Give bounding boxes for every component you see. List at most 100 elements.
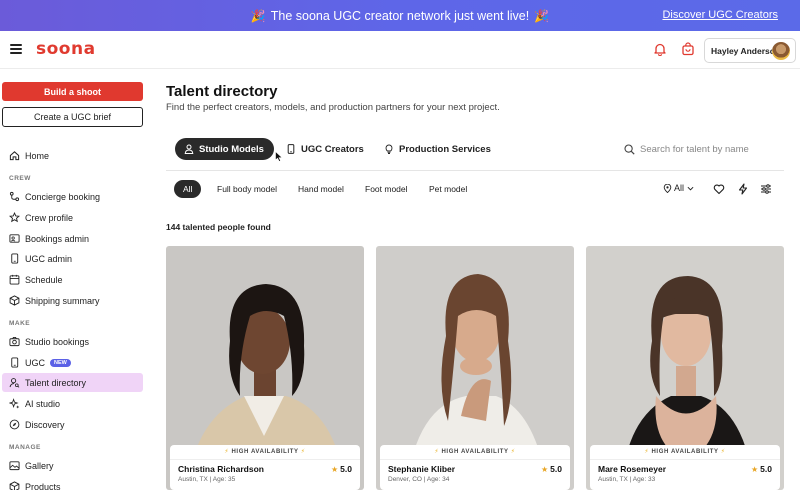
heart-icon[interactable] <box>713 183 725 195</box>
sidebar-item-label: Bookings admin <box>25 233 90 244</box>
party-icon: 🎉 <box>250 8 266 23</box>
sidebar-item-label: Products <box>25 481 61 490</box>
gallery-icon <box>9 460 20 471</box>
banner-text: The soona UGC creator network just went … <box>270 8 530 23</box>
sidebar-item-discovery[interactable]: Discovery <box>2 415 143 434</box>
sidebar: Build a shoot Create a UGC brief Home CR… <box>0 70 150 490</box>
sidebar-item-label: Gallery <box>25 460 54 471</box>
user-search-icon <box>9 377 20 388</box>
sidebar-item-label: AI studio <box>25 398 61 409</box>
sidebar-item-crew-profile[interactable]: Crew profile <box>2 208 143 227</box>
filter-full-body-model[interactable]: Full body model <box>217 180 277 198</box>
talent-info: ⚡ HIGH AVAILABILITY ⚡ Christina Richards… <box>170 445 360 490</box>
route-icon <box>9 191 20 202</box>
sidebar-item-studio-bookings[interactable]: Studio bookings <box>2 332 143 351</box>
search-icon <box>624 143 635 155</box>
talent-name: Mare Rosemeyer <box>598 464 667 474</box>
sliders-icon[interactable] <box>760 183 772 195</box>
sidebar-item-home[interactable]: Home <box>2 146 143 165</box>
page-subtitle: Find the perfect creators, models, and p… <box>166 102 500 113</box>
sidebar-item-label: Home <box>25 150 50 161</box>
bell-icon[interactable] <box>653 42 667 56</box>
location-filter[interactable]: All <box>663 183 696 193</box>
talent-name: Christina Richardson <box>178 464 264 474</box>
filter-pet-model[interactable]: Pet model <box>429 180 467 198</box>
discover-ugc-link[interactable]: Discover UGC Creators <box>662 9 778 21</box>
availability-badge: ⚡ HIGH AVAILABILITY ⚡ <box>644 449 726 455</box>
map-pin-icon <box>663 183 672 193</box>
lightning-icon[interactable] <box>737 183 749 195</box>
location-filter-label: All <box>674 183 685 193</box>
sidebar-item-concierge-booking[interactable]: Concierge booking <box>2 187 143 206</box>
sidebar-item-label: Concierge booking <box>25 191 101 202</box>
main-content: Talent directory Find the perfect creato… <box>150 70 800 490</box>
mouse-cursor-icon <box>275 151 283 162</box>
sidebar-item-bookings-admin[interactable]: Bookings admin <box>2 229 143 248</box>
tab-production-services[interactable]: Production Services <box>384 138 491 160</box>
create-ugc-brief-button[interactable]: Create a UGC brief <box>2 107 143 127</box>
sidebar-item-products[interactable]: Products <box>2 477 143 490</box>
section-label-crew: CREW <box>9 175 31 182</box>
sidebar-item-ugc[interactable]: UGC NEW <box>2 353 143 372</box>
home-icon <box>9 150 20 161</box>
user-icon <box>184 144 194 154</box>
section-label-manage: MANAGE <box>9 444 41 451</box>
sidebar-item-schedule[interactable]: Schedule <box>2 270 143 289</box>
talent-rating: ★ 5.0 <box>541 464 562 474</box>
top-header: soona Hayley Anderson <box>0 31 800 69</box>
new-badge: NEW <box>50 358 71 367</box>
availability-badge: ⚡ HIGH AVAILABILITY ⚡ <box>434 449 516 455</box>
talent-search-input[interactable]: Search for talent by name <box>624 139 754 159</box>
sidebar-item-talent-directory[interactable]: Talent directory <box>2 373 143 392</box>
tab-label: Production Services <box>399 143 491 155</box>
calendar-icon <box>9 274 20 285</box>
sidebar-item-label: Shipping summary <box>25 295 100 306</box>
sidebar-item-ugc-admin[interactable]: UGC admin <box>2 249 143 268</box>
talent-card[interactable]: ⚡ HIGH AVAILABILITY ⚡ Mare Rosemeyer Aus… <box>586 246 784 490</box>
sidebar-item-label: Crew profile <box>25 212 74 223</box>
sidebar-item-shipping-summary[interactable]: Shipping summary <box>2 291 143 310</box>
tab-label: UGC Creators <box>301 143 364 155</box>
lightbulb-icon <box>384 144 394 154</box>
menu-icon[interactable] <box>10 44 22 54</box>
tab-label: Studio Models <box>199 143 264 155</box>
talent-meta: Denver, CO | Age: 34 <box>388 476 450 483</box>
filter-all[interactable]: All <box>174 180 202 198</box>
phone-icon <box>9 357 20 368</box>
shopping-bag-icon[interactable] <box>681 42 695 56</box>
page-title: Talent directory <box>166 83 278 100</box>
talent-rating: ★ 5.0 <box>331 464 352 474</box>
availability-badge: ⚡ HIGH AVAILABILITY ⚡ <box>224 449 306 455</box>
build-a-shoot-button[interactable]: Build a shoot <box>2 82 143 101</box>
package-icon <box>9 295 20 306</box>
tab-ugc-creators[interactable]: UGC Creators <box>286 138 364 160</box>
sidebar-item-gallery[interactable]: Gallery <box>2 456 143 475</box>
logo[interactable]: soona <box>36 39 96 59</box>
sidebar-item-ai-studio[interactable]: AI studio <box>2 394 143 413</box>
talent-name: Stephanie Kliber <box>388 464 456 474</box>
filter-foot-model[interactable]: Foot model <box>365 180 408 198</box>
talent-card[interactable]: ⚡ HIGH AVAILABILITY ⚡ Christina Richards… <box>166 246 364 490</box>
sidebar-item-label: UGC admin <box>25 253 73 264</box>
talent-info: ⚡ HIGH AVAILABILITY ⚡ Mare Rosemeyer Aus… <box>590 445 780 490</box>
talent-card[interactable]: ⚡ HIGH AVAILABILITY ⚡ Stephanie Kliber D… <box>376 246 574 490</box>
filter-hand-model[interactable]: Hand model <box>298 180 344 198</box>
compass-icon <box>9 419 20 430</box>
sparkles-icon <box>9 398 20 409</box>
camera-icon <box>9 336 20 347</box>
star-icon: ★ <box>541 465 549 474</box>
avatar <box>772 42 790 60</box>
sidebar-item-label: UGC <box>25 357 45 368</box>
star-icon: ★ <box>331 465 339 474</box>
search-placeholder: Search for talent by name <box>640 143 749 155</box>
sidebar-item-label: Studio bookings <box>25 336 90 347</box>
announcement-banner: 🎉 The soona UGC creator network just wen… <box>0 0 800 31</box>
user-menu[interactable]: Hayley Anderson <box>704 38 796 63</box>
tab-studio-models[interactable]: Studio Models <box>175 138 274 160</box>
package-icon <box>9 481 20 490</box>
star-icon <box>9 212 20 223</box>
talent-info: ⚡ HIGH AVAILABILITY ⚡ Stephanie Kliber D… <box>380 445 570 490</box>
sidebar-item-label: Talent directory <box>25 377 87 388</box>
phone-icon <box>286 144 296 154</box>
party-icon: 🎉 <box>534 8 550 23</box>
